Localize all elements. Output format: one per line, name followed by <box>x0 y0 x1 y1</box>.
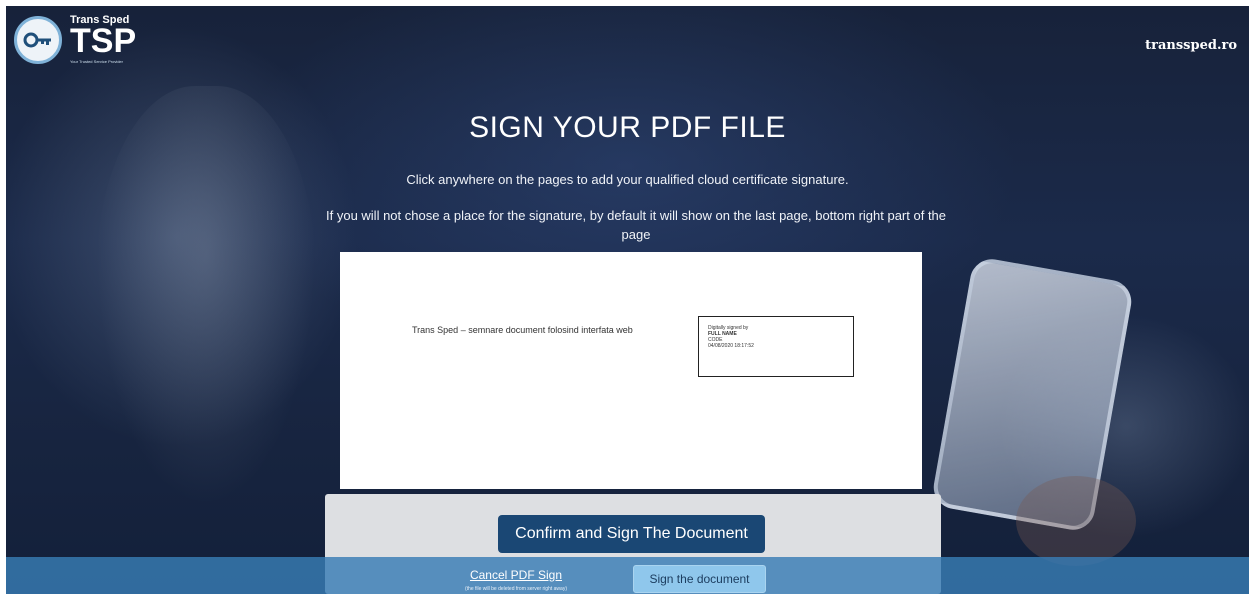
signature-box[interactable]: Digitally signed by FULL NAME CODE 04/08… <box>698 316 854 377</box>
page-title: SIGN YOUR PDF FILE <box>469 111 786 144</box>
key-icon <box>14 16 62 64</box>
sign-document-button[interactable]: Sign the document <box>633 565 766 593</box>
footer-action-bar <box>6 557 1249 594</box>
brand-name-big: TSP <box>70 22 137 60</box>
site-link[interactable]: transsped.ro <box>1145 38 1237 53</box>
signature-timestamp: 04/08/2020 18:17:52 <box>708 343 754 349</box>
pdf-page-preview[interactable]: Trans Sped – semnare document folosind i… <box>340 252 922 489</box>
brand-tagline: Your Trusted Service Provider <box>70 59 123 64</box>
background-person-image <box>96 86 316 506</box>
page-background: Trans Sped TSP Your Trusted Service Prov… <box>6 6 1249 594</box>
background-hand-image <box>1016 476 1136 566</box>
default-placement-note: If you will not chose a place for the si… <box>326 208 947 242</box>
brand-logo[interactable]: Trans Sped TSP Your Trusted Service Prov… <box>14 12 144 68</box>
confirm-sign-button[interactable]: Confirm and Sign The Document <box>498 515 765 553</box>
cancel-pdf-sign-link[interactable]: Cancel PDF Sign <box>470 568 562 582</box>
document-text: Trans Sped – semnare document folosind i… <box>412 325 633 335</box>
instruction-text: Click anywhere on the pages to add your … <box>406 172 849 187</box>
cancel-note: (the file will be deleted from server ri… <box>465 586 567 592</box>
cancel-section: Cancel PDF Sign (the file will be delete… <box>426 564 606 592</box>
